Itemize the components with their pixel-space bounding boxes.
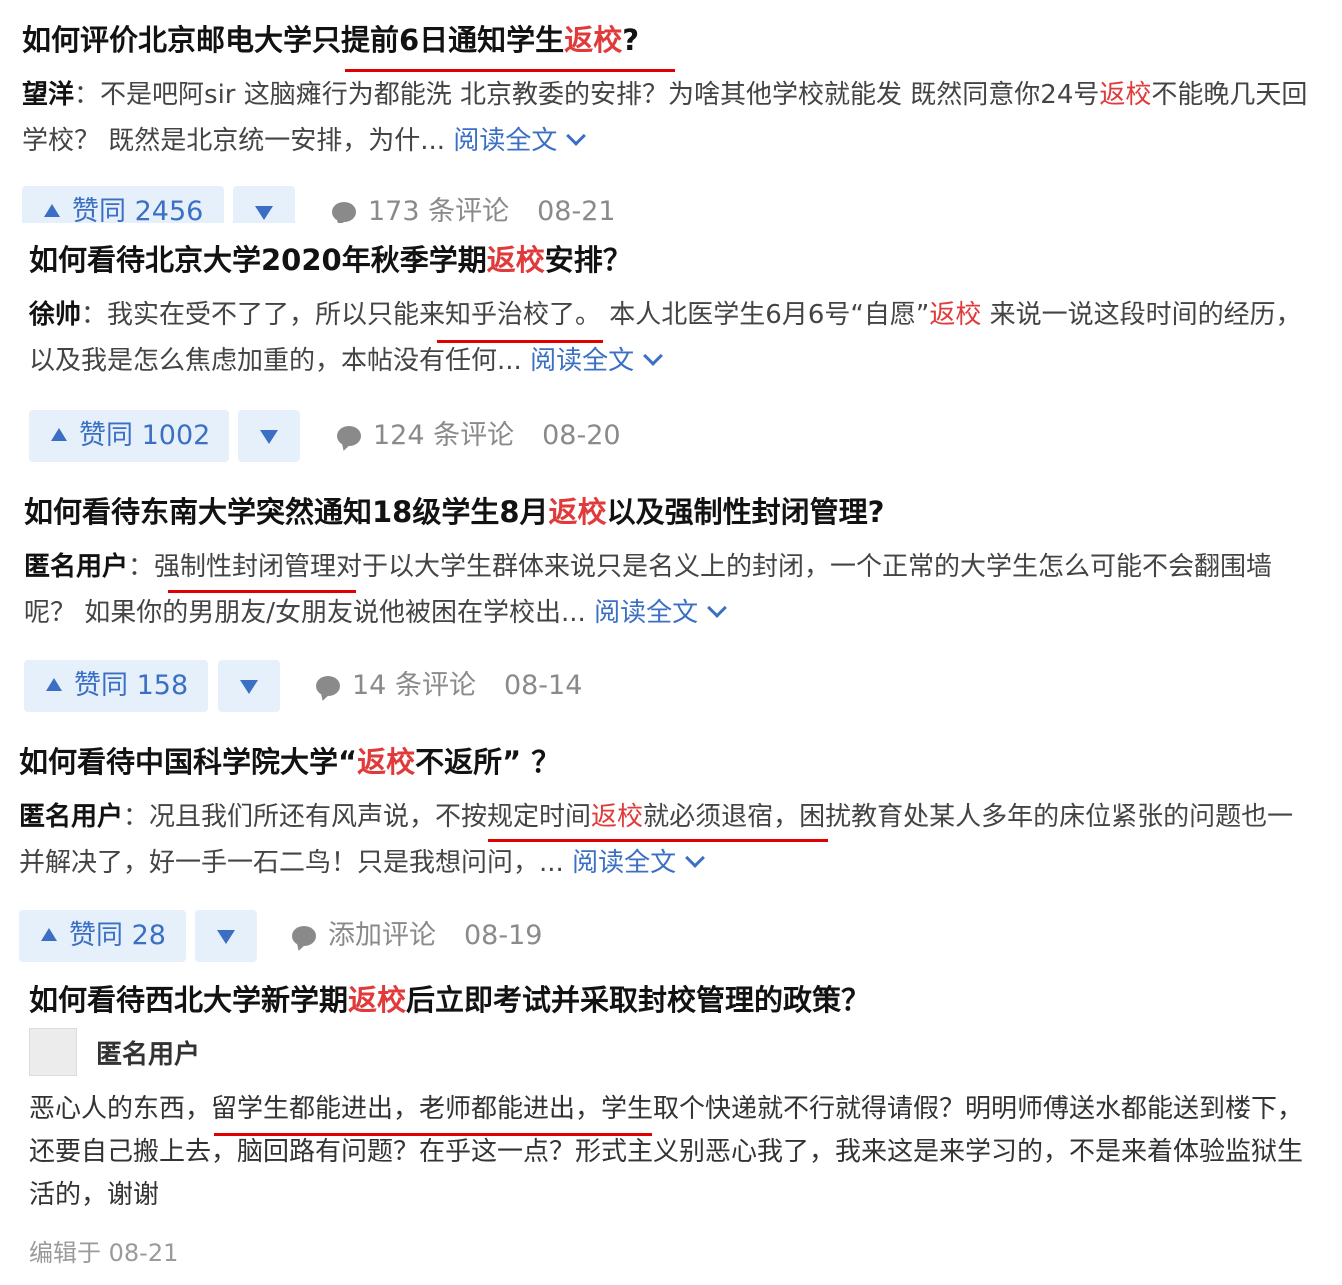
answer-card-4: 如何看待中国科学院大学“返校不返所” ？ 匿名用户：况且我们所还有风声说，不按规… [19,742,1309,886]
annotation-underline [214,1133,652,1136]
upvote-button[interactable]: 赞同 158 [24,660,208,712]
triangle-down-icon [255,206,273,220]
answer-body: 恶心人的东西，留学生都能进出，老师都能进出，学生取个快递就不行就得请假？明明师傅… [29,1094,1304,1210]
excerpt-text: 况且我们所还有风声说，不按规定时间 [149,802,592,832]
comment-count: 173 条评论 [368,196,510,223]
triangle-up-icon [41,928,57,941]
comment-count: 添加评论 [328,920,436,951]
excerpt-highlight: 返校 [591,802,644,832]
title-text[interactable]: 如何评价北京邮电大学只提前6日通知学生 [22,23,564,57]
downvote-button[interactable] [218,660,280,712]
downvote-button[interactable] [233,186,295,223]
read-more-link[interactable]: 阅读全文 [530,346,634,376]
downvote-button[interactable] [195,910,257,962]
answer-excerpt[interactable]: 徐帅：我实在受不了了，所以只能来知乎治校了。 本人北医学生6月6号“自愿”返校 … [29,292,1319,384]
annotation-underline [345,69,675,72]
triangle-up-icon [44,204,60,217]
question-title[interactable]: 如何看待西北大学新学期返校后立即考试并采取封校管理的政策？ [29,980,870,1020]
comment-icon [316,676,340,696]
answer-card-3: 如何看待东南大学突然通知18级学生8月返校以及强制性封闭管理? 匿名用户：强制性… [24,492,1319,636]
question-title[interactable]: 如何评价北京邮电大学只提前6日通知学生返校? [22,20,1322,60]
answer-excerpt[interactable]: 望洋：不是吧阿sir 这脑瘫行为都能洗 北京教委的安排？为啥其他学校就能发 既然… [22,72,1322,164]
chevron-down-icon[interactable] [643,346,663,366]
vote-count: 赞同 1002 [79,420,211,451]
downvote-button[interactable] [238,410,300,462]
title-highlight[interactable]: 返校 [487,243,545,277]
annotation-underline [488,839,828,842]
upvote-button[interactable]: 赞同 2456 [22,186,224,223]
separator: ： [81,300,108,330]
question-title[interactable]: 如何看待北京大学2020年秋季学期返校安排？ [29,240,1319,280]
answer-card-1: 如何评价北京邮电大学只提前6日通知学生返校? 望洋：不是吧阿sir 这脑瘫行为都… [22,20,1322,164]
comments-button[interactable]: 173 条评论 08-21 [332,186,616,223]
comment-icon [337,426,361,446]
title-text[interactable]: 如何看待西北大学新学期 [29,983,348,1017]
answer-date: 08-19 [464,920,543,951]
comment-icon [292,926,316,946]
read-more-link[interactable]: 阅读全文 [594,598,698,628]
read-more-link[interactable]: 阅读全文 [572,848,676,878]
chevron-down-icon[interactable] [566,126,587,146]
action-bar-1: 赞同 2456 173 条评论 08-21 [22,186,642,223]
comment-count: 124 条评论 [373,420,515,451]
answer-date: 08-21 [537,196,616,223]
comment-count: 14 条评论 [352,670,476,701]
title-highlight[interactable]: 返校 [564,23,622,57]
triangle-up-icon [46,678,62,691]
vote-count: 赞同 158 [74,670,189,701]
separator: ： [128,552,155,582]
excerpt-highlight: 返校 [929,300,982,330]
read-more-link[interactable]: 阅读全文 [453,126,557,156]
question-title[interactable]: 如何看待中国科学院大学“返校不返所” ？ [19,742,1309,782]
title-text-end[interactable]: 以及强制性封闭管理? [607,495,885,529]
vote-count: 赞同 28 [69,920,166,951]
triangle-up-icon [51,428,67,441]
title-text[interactable]: 如何看待中国科学院大学“ [19,745,357,779]
answer-date: 08-14 [503,670,583,701]
upvote-button[interactable]: 赞同 28 [19,910,186,962]
title-highlight[interactable]: 返校 [549,495,607,529]
author-name[interactable]: 匿名用户 [24,552,128,582]
title-text-end[interactable]: ? [622,23,639,57]
excerpt-text: 我实在受不了了，所以只能来知乎治校了。 本人北医学生6月6号“自愿” [107,300,930,330]
title-text[interactable]: 如何看待东南大学突然通知18级学生8月 [24,495,549,529]
title-text[interactable]: 如何看待北京大学2020年秋季学期 [29,243,487,277]
triangle-down-icon [217,930,235,944]
answer-card-5: 如何看待西北大学新学期返校后立即考试并采取封校管理的政策？ [29,980,870,1020]
comments-button[interactable]: 添加评论 08-19 [292,910,542,962]
author-name[interactable]: 望洋 [22,80,74,110]
action-bar-4: 赞同 28 添加评论 08-19 [19,910,659,962]
vote-count: 赞同 2456 [72,196,204,223]
comment-icon [332,202,356,222]
triangle-down-icon [240,680,258,694]
avatar[interactable] [29,1028,77,1076]
upvote-button[interactable]: 赞同 1002 [29,410,229,462]
author-name[interactable]: 匿名用户 [19,802,123,832]
excerpt-highlight: 返校 [1099,80,1152,110]
title-text-end[interactable]: 安排？ [545,243,632,277]
author-name[interactable]: 徐帅 [29,300,81,330]
title-text-end[interactable]: 后立即考试并采取封校管理的政策？ [406,983,870,1017]
edited-timestamp: 编辑于 08-21 [29,1239,179,1267]
action-bar-3: 赞同 158 14 条评论 08-14 [24,660,664,712]
title-highlight[interactable]: 返校 [348,983,406,1017]
answer-card-2: 如何看待北京大学2020年秋季学期返校安排？ 徐帅：我实在受不了了，所以只能来知… [29,240,1319,384]
author-name[interactable]: 匿名用户 [96,1034,200,1071]
separator: ： [123,802,150,832]
annotation-underline [437,340,603,343]
action-bar-2: 赞同 1002 124 条评论 08-20 [29,410,669,462]
chevron-down-icon[interactable] [685,848,705,868]
title-text-end[interactable]: 不返所” ？ [415,745,560,779]
excerpt-text: 不是吧阿sir 这脑瘫行为都能洗 北京教委的安排？为啥其他学校就能发 既然同意你… [100,80,1100,110]
separator: ： [74,80,101,110]
comments-button[interactable]: 124 条评论 08-20 [337,410,621,462]
question-title[interactable]: 如何看待东南大学突然通知18级学生8月返校以及强制性封闭管理? [24,492,1319,532]
triangle-down-icon [260,430,278,444]
chevron-down-icon[interactable] [707,598,728,618]
annotation-underline [168,590,356,593]
answer-date: 08-20 [542,420,621,451]
comments-button[interactable]: 14 条评论 08-14 [316,660,582,712]
title-highlight[interactable]: 返校 [357,745,415,779]
